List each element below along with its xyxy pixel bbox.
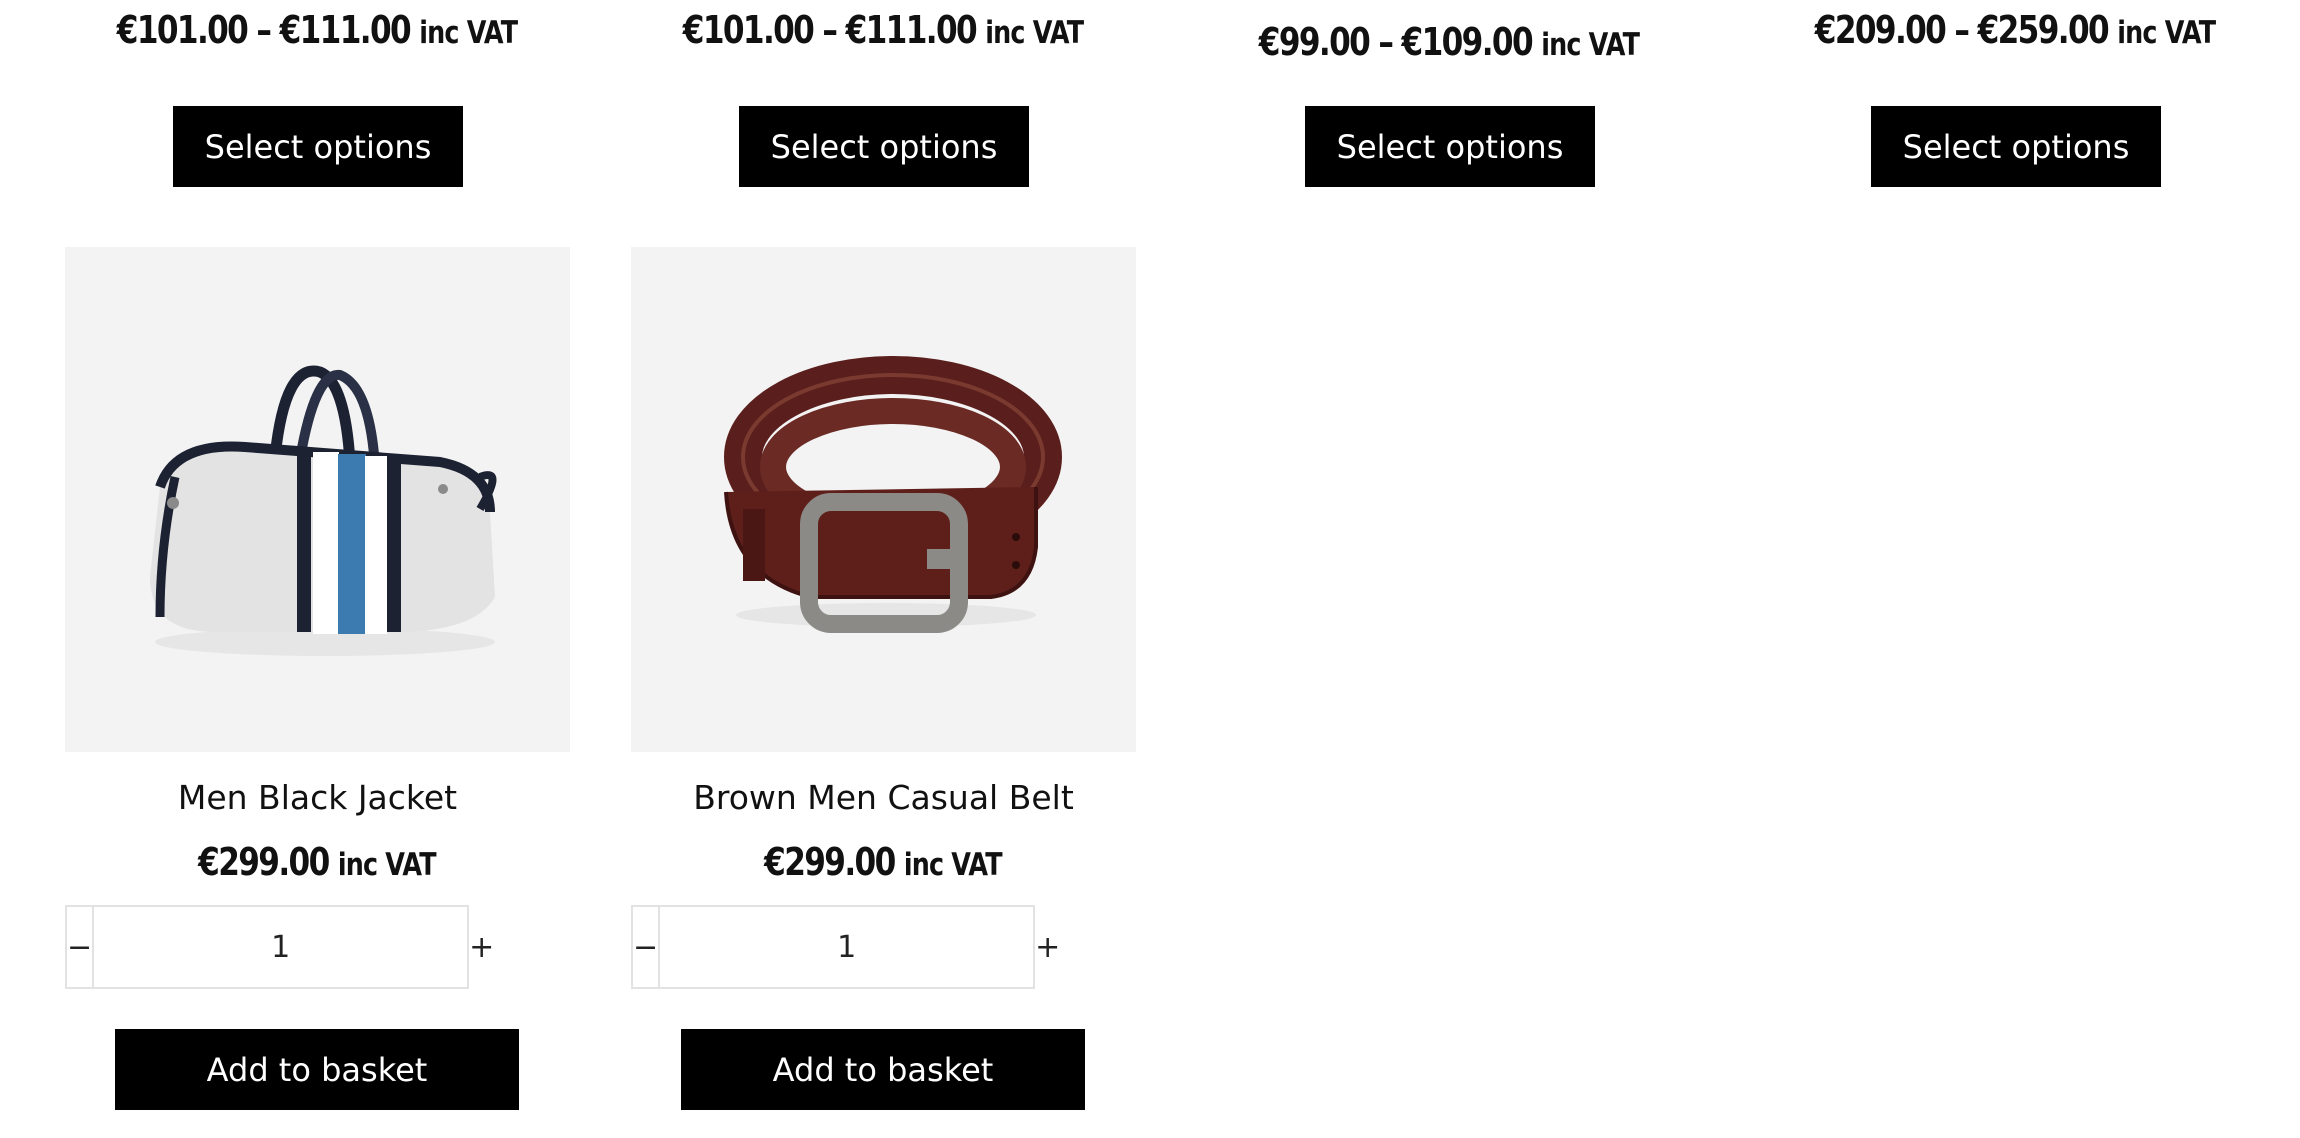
- price-range: €101.00 – €111.00 inc VAT: [676, 8, 1089, 52]
- vat-label: inc VAT: [1541, 27, 1640, 63]
- quantity-stepper: − +: [65, 905, 495, 989]
- select-options-button[interactable]: Select options: [173, 106, 463, 187]
- select-options-button[interactable]: Select options: [1305, 106, 1595, 187]
- select-options-button[interactable]: Select options: [739, 106, 1029, 187]
- price-amount: €209.00 – €259.00: [1814, 8, 2110, 52]
- vat-label: inc VAT: [419, 15, 518, 51]
- duffel-bag-image: [150, 365, 497, 656]
- add-to-basket-button[interactable]: Add to basket: [115, 1029, 519, 1110]
- price-range: €99.00 – €109.00 inc VAT: [1242, 20, 1655, 64]
- price-amount: €299.00: [198, 840, 330, 884]
- product-title[interactable]: Men Black Jacket: [65, 778, 570, 817]
- increase-quantity-button[interactable]: +: [467, 907, 495, 987]
- decrease-quantity-button[interactable]: −: [633, 907, 661, 987]
- product-price: €299.00 inc VAT: [110, 840, 523, 884]
- price-range: €209.00 – €259.00 inc VAT: [1808, 8, 2221, 52]
- decrease-quantity-button[interactable]: −: [67, 907, 95, 987]
- add-to-basket-button[interactable]: Add to basket: [681, 1029, 1085, 1110]
- product-price: €299.00 inc VAT: [676, 840, 1089, 884]
- quantity-input[interactable]: [660, 907, 1034, 987]
- price-amount: €101.00 – €111.00: [116, 8, 412, 52]
- price-amount: €299.00: [764, 840, 896, 884]
- price-amount: €101.00 – €111.00: [682, 8, 978, 52]
- select-options-button[interactable]: Select options: [1871, 106, 2161, 187]
- product-image-link[interactable]: [631, 247, 1136, 752]
- price-range: €101.00 – €111.00 inc VAT: [110, 8, 523, 52]
- product-title[interactable]: Brown Men Casual Belt: [631, 778, 1136, 817]
- quantity-stepper: − +: [631, 905, 1061, 989]
- price-amount: €99.00 – €109.00: [1258, 20, 1534, 64]
- vat-label: inc VAT: [985, 15, 1084, 51]
- vat-label: inc VAT: [337, 847, 437, 883]
- vat-label: inc VAT: [2117, 15, 2216, 51]
- product-image-link[interactable]: [65, 247, 570, 752]
- vat-label: inc VAT: [903, 847, 1003, 883]
- increase-quantity-button[interactable]: +: [1033, 907, 1061, 987]
- quantity-input[interactable]: [94, 907, 468, 987]
- leather-belt-image: [724, 356, 1062, 633]
